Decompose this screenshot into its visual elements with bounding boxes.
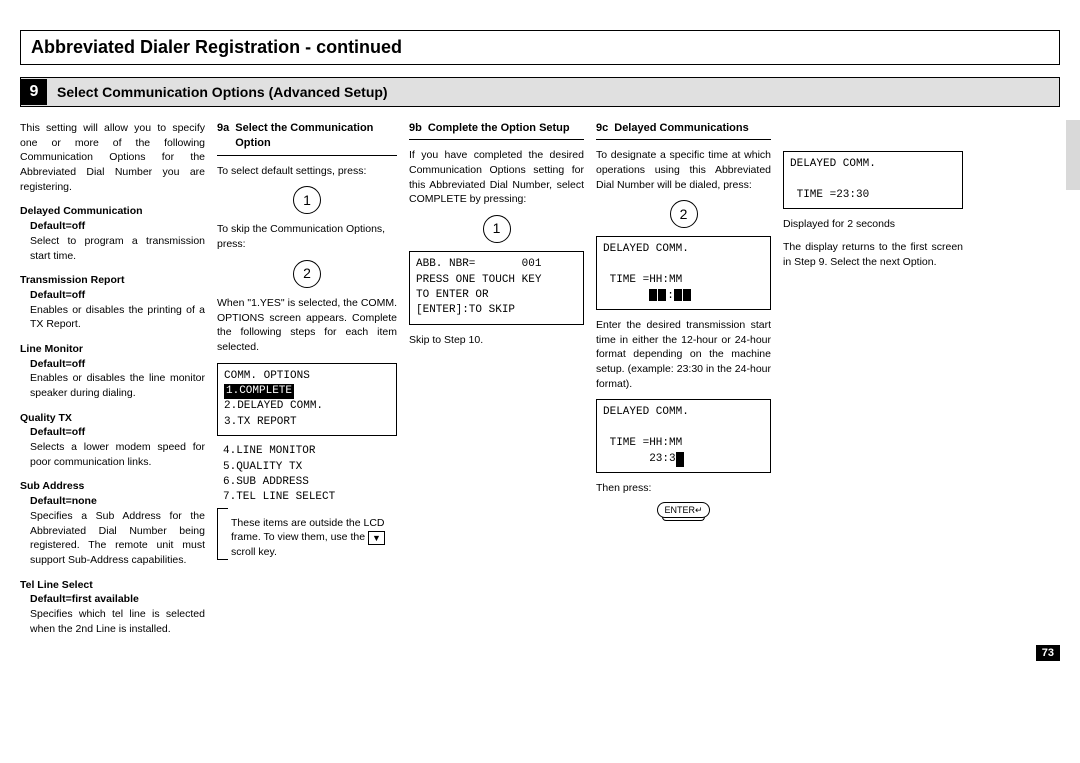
sub-9a-num: 9a (217, 121, 229, 152)
key-2-icon: 2 (293, 260, 321, 288)
lcd-9a-extra: 4.LINE MONITOR 5.QUALITY TX 6.SUB ADDRES… (217, 444, 397, 506)
lcd-9a-inv: 1.COMPLETE (224, 384, 294, 399)
side-tab (1066, 120, 1080, 190)
def-txreport-default: Default=off (20, 288, 205, 303)
lcd-9c1-l1: DELAYED COMM. (603, 243, 689, 255)
s9b-p1: If you have completed the desired Commun… (409, 148, 584, 207)
sub-9c-num: 9c (596, 121, 608, 136)
col-9a: 9a Select the Communication Option To se… (217, 121, 397, 636)
def-linemon-desc: Enables or disables the line monitor spe… (20, 371, 205, 400)
def-telline-title: Tel Line Select (20, 578, 205, 593)
cursor-icon: 0 (676, 452, 684, 467)
sub-9c-title: Delayed Communications (614, 121, 748, 136)
s9b-p2: Skip to Step 10. (409, 333, 584, 348)
def-qtx-title: Quality TX (20, 411, 205, 426)
lcd-9c2-l2: TIME =HH:MM (603, 437, 682, 449)
sub-9a-header: 9a Select the Communication Option (217, 121, 397, 156)
key-1b-icon: 1 (483, 215, 511, 243)
scroll-key-icon: ▼ (368, 531, 385, 545)
intro-text: This setting will allow you to specify o… (20, 121, 205, 194)
def-txreport-desc: Enables or disables the printing of a TX… (20, 303, 205, 332)
s9a-p1: To select default settings, press: (217, 164, 397, 179)
enter-key-icon: ENTER↵ (657, 502, 709, 518)
sub-9b-num: 9b (409, 121, 422, 136)
s9cr-p1: Displayed for 2 seconds (783, 217, 963, 232)
lcd-9c1-l2: TIME =HH:MM (603, 274, 682, 286)
lcd-9c2-l3: 23:3 (603, 453, 676, 465)
def-delayed-title: Delayed Communication (20, 204, 205, 219)
bracket-icon (217, 508, 228, 560)
col-9c-right: DELAYED COMM. TIME =23:30 Displayed for … (783, 121, 963, 636)
sub-9c-header: 9c Delayed Communications (596, 121, 771, 140)
lcd-9c-2: DELAYED COMM. TIME =HH:MM 23:30 (596, 399, 771, 473)
lcd-9c-3: DELAYED COMM. TIME =23:30 (783, 151, 963, 209)
sub-9b-title: Complete the Option Setup (428, 121, 570, 136)
def-delayed-desc: Select to program a transmission start t… (20, 234, 205, 263)
s9c-p1: To designate a specific time at which op… (596, 148, 771, 192)
def-subaddr-default: Default=none (20, 494, 205, 509)
def-qtx-desc: Selects a lower modem speed for poor com… (20, 440, 205, 469)
step-9-title: Select Communication Options (Advanced S… (57, 84, 388, 100)
lcd-9a-l1: COMM. OPTIONS (224, 370, 310, 382)
lcd-9c2-l1: DELAYED COMM. (603, 406, 689, 418)
key-2c-icon: 2 (670, 200, 698, 228)
def-linemon-default: Default=off (20, 357, 205, 372)
def-delayed-default: Default=off (20, 219, 205, 234)
def-linemon-title: Line Monitor (20, 342, 205, 357)
lcd-9c3-l2: TIME =23:30 (790, 189, 869, 201)
def-telline-desc: Specifies which tel line is selected whe… (20, 607, 205, 636)
def-subaddr-desc: Specifies a Sub Address for the Abbrevia… (20, 509, 205, 568)
def-telline-default: Default=first available (20, 592, 205, 607)
lcd-9c3-l1: DELAYED COMM. (790, 158, 876, 170)
def-txreport-title: Transmission Report (20, 273, 205, 288)
s9c-p2: Enter the desired transmission start tim… (596, 318, 771, 391)
def-subaddr-title: Sub Address (20, 479, 205, 494)
cursor-blocks-1 (649, 289, 667, 304)
col-intro: This setting will allow you to specify o… (20, 121, 205, 636)
page-number: 73 (1036, 645, 1060, 661)
sub-9a-title: Select the Communication Option (235, 121, 397, 152)
page-title: Abbreviated Dialer Registration - contin… (20, 30, 1060, 65)
s9a-p2: To skip the Communication Options, press… (217, 222, 397, 251)
def-qtx-default: Default=off (20, 425, 205, 440)
s9cr-p2: The display returns to the first screen … (783, 240, 963, 269)
step-9-number: 9 (21, 79, 47, 105)
lcd-9a-l2: 2.DELAYED COMM. (224, 400, 323, 412)
cursor-blocks-2 (674, 289, 692, 304)
key-1-icon: 1 (293, 186, 321, 214)
col-9c: 9c Delayed Communications To designate a… (596, 121, 771, 636)
lcd-9c-1: DELAYED COMM. TIME =HH:MM : (596, 236, 771, 310)
lcd-9a: COMM. OPTIONS 1.COMPLETE 2.DELAYED COMM.… (217, 363, 397, 437)
scroll-note-text: These items are outside the LCD frame. T… (231, 517, 385, 558)
sub-9b-header: 9b Complete the Option Setup (409, 121, 584, 140)
step-9-header: 9 Select Communication Options (Advanced… (20, 77, 1060, 107)
lcd-9a-l3: 3.TX REPORT (224, 416, 297, 428)
s9a-p3: When "1.YES" is selected, the COMM. OPTI… (217, 296, 397, 355)
scroll-note: These items are outside the LCD frame. T… (217, 508, 397, 560)
s9c-p3: Then press: (596, 481, 771, 496)
col-9b: 9b Complete the Option Setup If you have… (409, 121, 584, 636)
lcd-9b: ABB. NBR= 001 PRESS ONE TOUCH KEY TO ENT… (409, 251, 584, 325)
